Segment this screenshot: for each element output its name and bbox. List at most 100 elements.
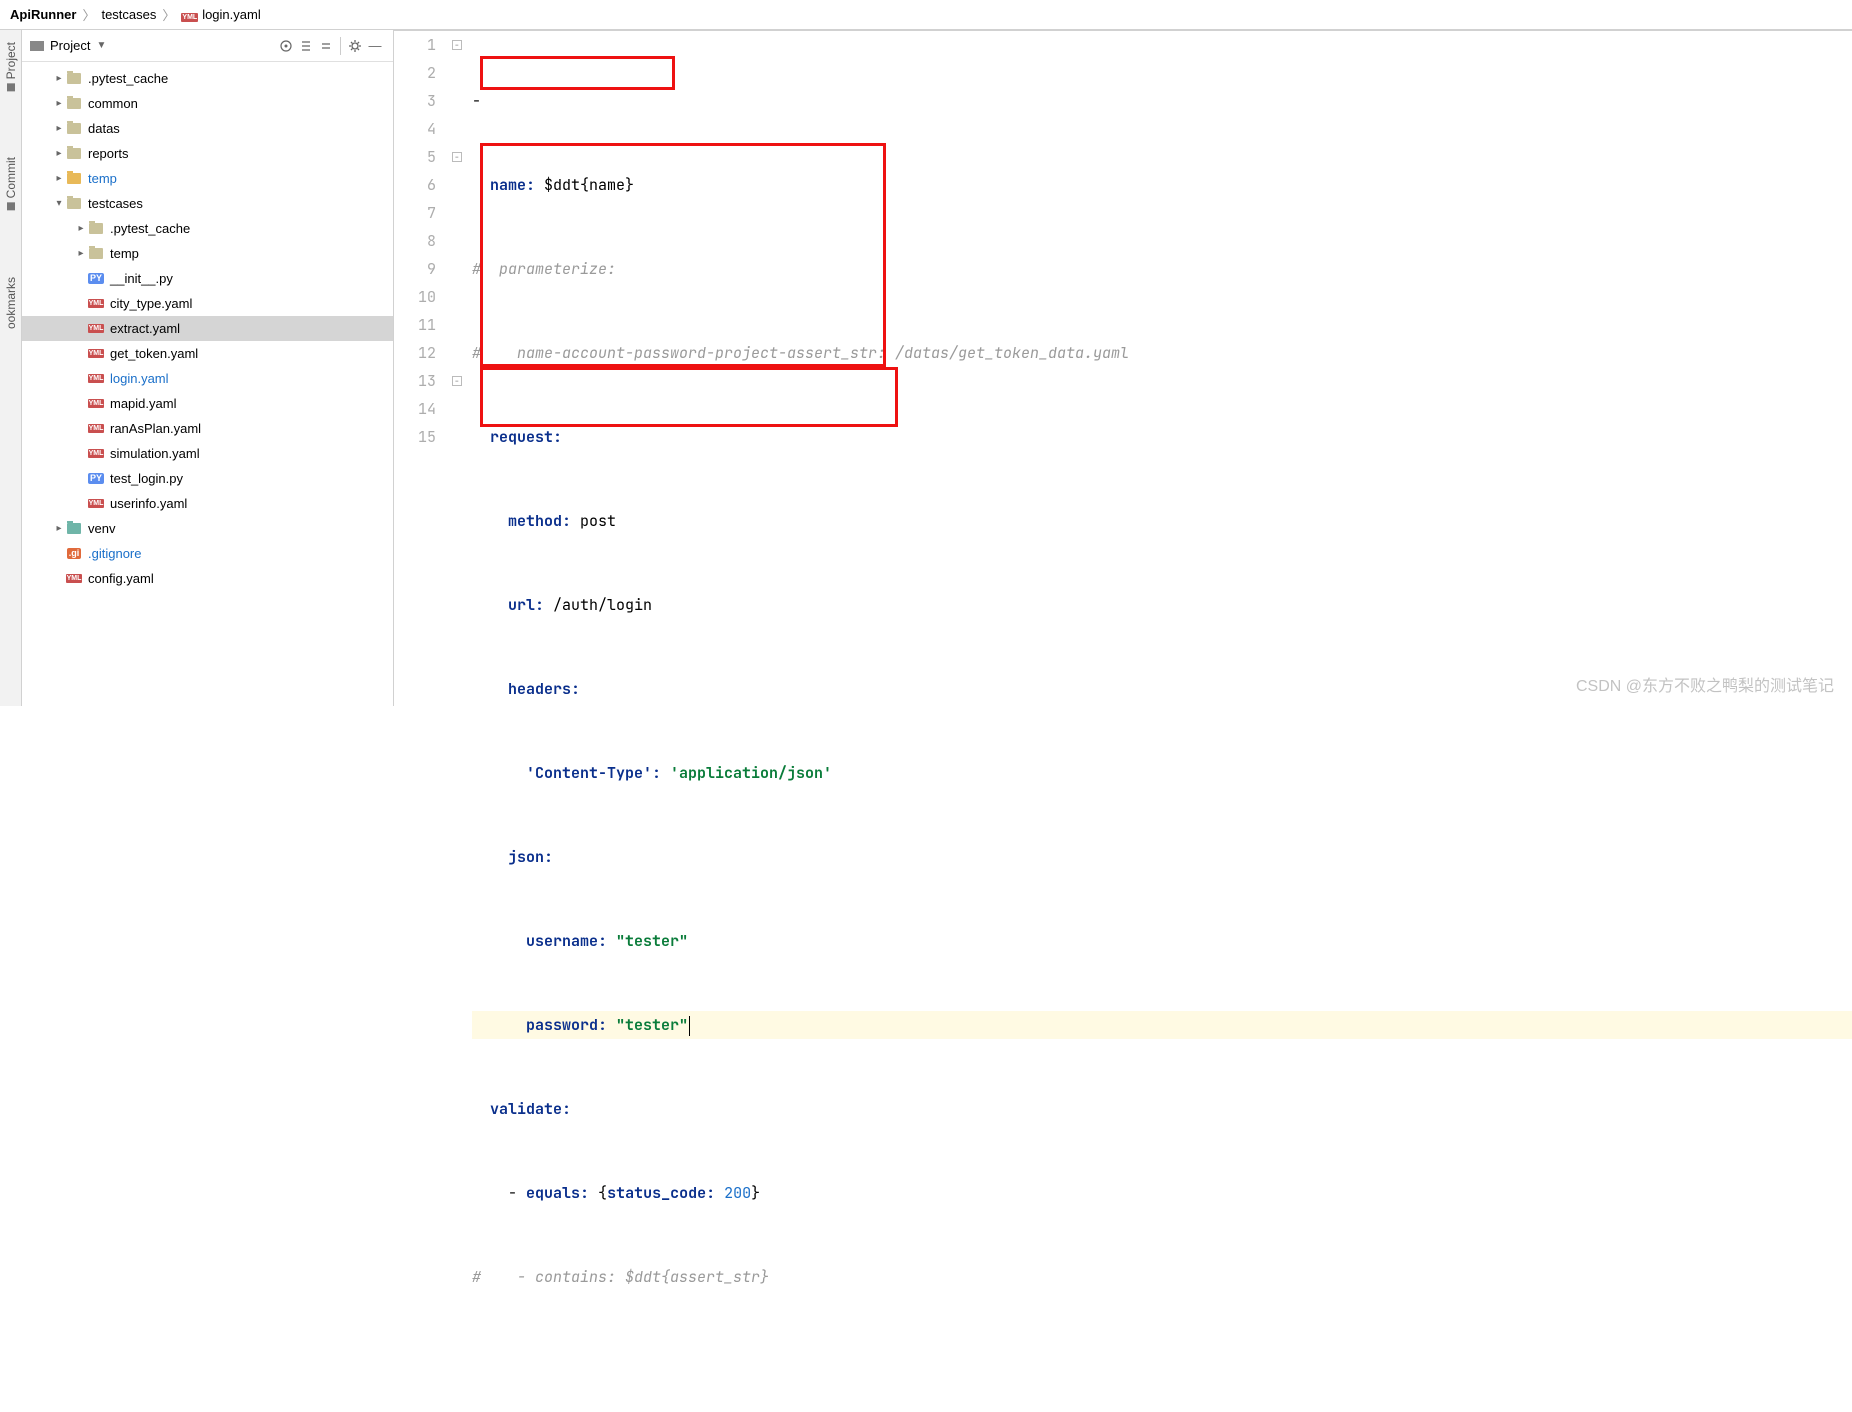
- tree-item[interactable]: PY __init__.py: [22, 266, 393, 291]
- collapse-all-icon[interactable]: [316, 36, 336, 56]
- tree-item-label: userinfo.yaml: [110, 496, 187, 511]
- tree-item[interactable]: ▸ venv: [22, 516, 393, 541]
- fold-minus-icon[interactable]: −: [452, 40, 462, 50]
- yaml-icon: YML: [88, 449, 105, 458]
- tree-item-label: config.yaml: [88, 571, 154, 586]
- tree-item-label: simulation.yaml: [110, 446, 200, 461]
- tree-item[interactable]: YMLextract.yaml: [22, 316, 393, 341]
- tree-item[interactable]: YML city_type.yaml: [22, 291, 393, 316]
- editor-area: PYtest_login.py×PYrequest_util.py×PYyaml…: [394, 30, 1852, 706]
- chevron-icon[interactable]: ▸: [74, 248, 88, 259]
- tree-item[interactable]: ▾testcases: [22, 191, 393, 216]
- tree-item-label: common: [88, 96, 138, 111]
- tree-item[interactable]: ▸.pytest_cache: [22, 66, 393, 91]
- tree-item-label: venv: [88, 521, 115, 536]
- tree-item[interactable]: ▸temp: [22, 241, 393, 266]
- gutter-line: 7: [394, 199, 436, 227]
- project-view-select[interactable]: Project ▼: [30, 38, 106, 53]
- sidebar-header: Project ▼ —: [22, 30, 393, 62]
- tree-item[interactable]: YML ranAsPlan.yaml: [22, 416, 393, 441]
- gutter-line: 4: [394, 115, 436, 143]
- gear-icon[interactable]: [345, 36, 365, 56]
- tree-item-label: get_token.yaml: [110, 346, 198, 361]
- yaml-icon: YML: [88, 424, 105, 433]
- tree-item-label: datas: [88, 121, 120, 136]
- locate-icon[interactable]: [276, 36, 296, 56]
- project-sidebar: Project ▼ — ▸.pytest_cache▸common▸datas▸…: [22, 30, 394, 706]
- folder-icon: [67, 198, 81, 209]
- expand-all-icon[interactable]: [296, 36, 316, 56]
- gutter-line: 3: [394, 87, 436, 115]
- tool-window-bar: Project Commit ookmarks: [0, 30, 22, 706]
- python-icon: PY: [88, 273, 104, 284]
- folder-icon: [89, 223, 103, 234]
- tree-item[interactable]: ▸ datas: [22, 116, 393, 141]
- gutter-line: 1: [394, 31, 436, 59]
- chevron-icon[interactable]: ▸: [52, 98, 66, 109]
- gutter-line: 15: [394, 423, 436, 451]
- tree-item-label: login.yaml: [110, 371, 169, 386]
- folder-icon: [67, 148, 81, 159]
- yaml-icon: YML: [181, 13, 198, 22]
- gutter-line: 6: [394, 171, 436, 199]
- gutter-line: 12: [394, 339, 436, 367]
- tab-commit-tool[interactable]: Commit: [2, 149, 20, 218]
- tree-item[interactable]: YML get_token.yaml: [22, 341, 393, 366]
- project-tree[interactable]: ▸.pytest_cache▸common▸datas▸reports▸temp…: [22, 62, 393, 706]
- chevron-right-icon: 〉: [162, 5, 175, 24]
- folder-icon: [89, 248, 103, 259]
- project-icon: [7, 83, 15, 91]
- yaml-icon: YML: [88, 399, 105, 408]
- gutter-line: 10: [394, 283, 436, 311]
- tab-bookmarks-tool[interactable]: ookmarks: [2, 269, 20, 337]
- tree-item-label: ranAsPlan.yaml: [110, 421, 201, 436]
- tree-item[interactable]: ▸reports: [22, 141, 393, 166]
- fold-column[interactable]: − − −: [450, 31, 466, 1412]
- gutter-line: 8: [394, 227, 436, 255]
- yaml-icon: YML: [88, 349, 105, 358]
- fold-minus-icon[interactable]: −: [452, 376, 462, 386]
- chevron-icon[interactable]: ▸: [52, 73, 66, 84]
- gutter-line: 5: [394, 143, 436, 171]
- tree-item[interactable]: YML config.yaml: [22, 566, 393, 591]
- tree-item[interactable]: YML simulation.yaml: [22, 441, 393, 466]
- tree-item[interactable]: PY test_login.py: [22, 466, 393, 491]
- tab-project-tool[interactable]: Project: [2, 34, 20, 99]
- fold-minus-icon[interactable]: −: [452, 152, 462, 162]
- folder-icon: [67, 98, 81, 109]
- folder-icon: [67, 73, 81, 84]
- separator: [340, 37, 341, 55]
- folder-icon: [67, 123, 81, 134]
- tree-item[interactable]: ▸ common: [22, 91, 393, 116]
- tree-item[interactable]: YMLlogin.yaml: [22, 366, 393, 391]
- code-editor[interactable]: 123456789101112131415 − − − - name: $ddt…: [394, 31, 1852, 1412]
- chevron-right-icon: 〉: [82, 5, 95, 24]
- chevron-icon[interactable]: ▸: [52, 523, 66, 534]
- hide-icon[interactable]: —: [365, 36, 385, 56]
- tree-item-label: city_type.yaml: [110, 296, 192, 311]
- breadcrumb-folder[interactable]: testcases: [101, 7, 156, 22]
- folder-icon: [67, 523, 81, 534]
- tree-item-label: test_login.py: [110, 471, 183, 486]
- breadcrumb-file[interactable]: YML login.yaml: [181, 7, 260, 22]
- tree-item[interactable]: YMLuserinfo.yaml: [22, 491, 393, 516]
- breadcrumb-root[interactable]: ApiRunner: [10, 7, 76, 22]
- chevron-icon[interactable]: ▾: [52, 198, 66, 209]
- code-body[interactable]: - name: $ddt{name} # parameterize: # nam…: [466, 31, 1852, 1412]
- chevron-icon[interactable]: ▸: [74, 223, 88, 234]
- tree-item-label: __init__.py: [110, 271, 173, 286]
- chevron-icon[interactable]: ▸: [52, 123, 66, 134]
- yaml-icon: YML: [66, 574, 83, 583]
- yaml-icon: YML: [88, 299, 105, 308]
- gutter-line: 2: [394, 59, 436, 87]
- tree-item[interactable]: ▸ temp: [22, 166, 393, 191]
- tree-item[interactable]: YML mapid.yaml: [22, 391, 393, 416]
- chevron-icon[interactable]: ▸: [52, 148, 66, 159]
- chevron-icon[interactable]: ▸: [52, 173, 66, 184]
- tree-item[interactable]: ▸.pytest_cache: [22, 216, 393, 241]
- tree-item-label: mapid.yaml: [110, 396, 176, 411]
- tree-item-label: temp: [88, 171, 117, 186]
- folder-icon: [67, 173, 81, 184]
- tree-item[interactable]: .gi.gitignore: [22, 541, 393, 566]
- python-icon: PY: [88, 473, 104, 484]
